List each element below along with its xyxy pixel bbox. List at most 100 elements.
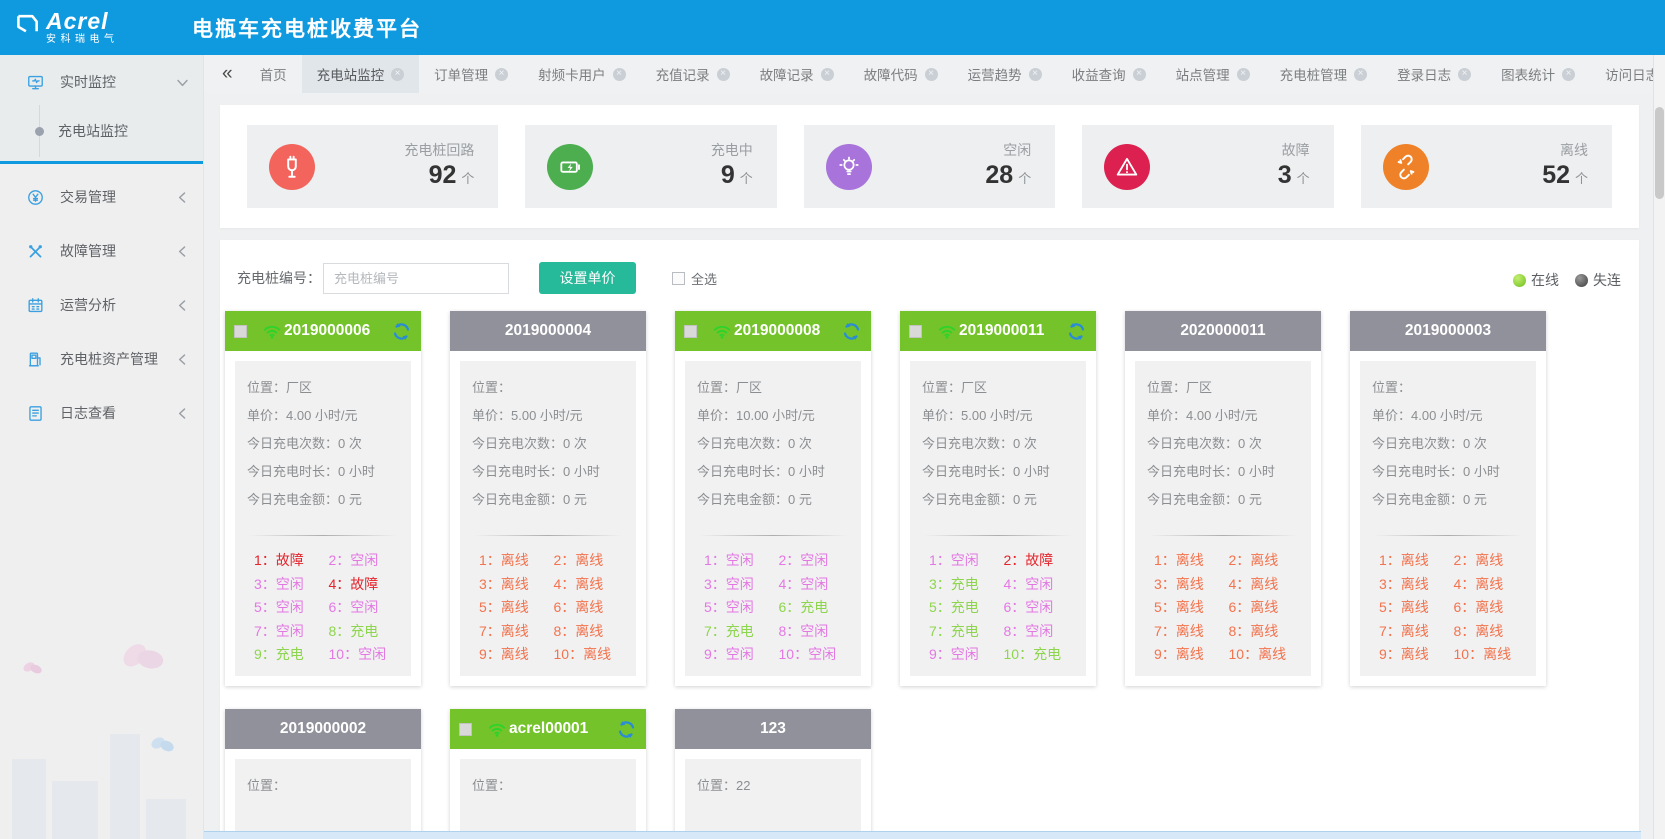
pile-card-header: 123: [675, 709, 871, 749]
tabs-collapse-icon[interactable]: «: [204, 55, 245, 93]
sidebar-item-故障管理[interactable]: 故障管理: [0, 224, 203, 278]
port-status: 2：离线: [1454, 549, 1525, 573]
port-status: 5：空闲: [254, 596, 325, 620]
offline-dot-icon: [1575, 274, 1588, 287]
tab-充电站监控[interactable]: 充电站监控: [302, 55, 420, 93]
stat-label: 空闲: [872, 142, 1031, 160]
tab-close-icon[interactable]: [1354, 68, 1367, 81]
stat-unit: 个: [1018, 171, 1031, 186]
chevron-left-icon: [176, 407, 189, 420]
tab-close-icon[interactable]: [391, 68, 404, 81]
pile-checkbox[interactable]: [459, 723, 472, 736]
chevron-left-icon: [176, 245, 189, 258]
tab-故障代码[interactable]: 故障代码: [849, 55, 953, 93]
sidebar-item-充电桩资产管理[interactable]: 充电桩资产管理: [0, 332, 203, 386]
tab-运营趋势[interactable]: 运营趋势: [953, 55, 1057, 93]
tab-首页[interactable]: 首页: [245, 55, 302, 93]
pile-card-2020000011[interactable]: 2020000011位置：厂区单价：4.00 小时/元今日充电次数：0 次今日充…: [1125, 311, 1321, 686]
refresh-icon[interactable]: [616, 719, 637, 740]
port-status: 9：空闲: [704, 643, 775, 667]
pile-checkbox[interactable]: [684, 325, 697, 338]
sidebar-nav: 实时监控充电站监控交易管理故障管理运营分析充电桩资产管理日志查看: [0, 55, 203, 440]
pile-charge-duration: 今日充电时长：0 小时: [697, 458, 849, 486]
tab-充电桩管理[interactable]: 充电桩管理: [1265, 55, 1383, 93]
tab-close-icon[interactable]: [1237, 68, 1250, 81]
tab-射频卡用户[interactable]: 射频卡用户: [523, 55, 641, 93]
port-status: 2：离线: [1229, 549, 1300, 573]
acrel-logo: Acrel 安科瑞电气: [0, 10, 190, 45]
set-price-button[interactable]: 设置单价: [539, 262, 636, 294]
pile-card-header: 2019000011: [900, 311, 1096, 351]
pile-card-acrel00001[interactable]: acrel00001位置：: [450, 709, 646, 839]
tab-label: 访问日志: [1605, 64, 1653, 84]
port-status: 1：离线: [1154, 549, 1225, 573]
piles-panel: 充电桩编号： 设置单价 全选 在线 失连 2019000006位置：厂区单价：4…: [220, 240, 1639, 839]
port-status: 9：充电: [254, 643, 325, 667]
pile-card-123[interactable]: 123 位置：22: [675, 709, 871, 839]
tab-登录日志[interactable]: 登录日志: [1382, 55, 1486, 93]
sidebar-item-实时监控[interactable]: 实时监控: [0, 55, 203, 109]
port-status: 3：充电: [929, 573, 1000, 597]
tab-访问日志[interactable]: 访问日志: [1590, 55, 1653, 93]
sidebar-item-日志查看[interactable]: 日志查看: [0, 386, 203, 440]
pile-number-label: 充电桩编号：: [237, 268, 321, 288]
tab-close-icon[interactable]: [717, 68, 730, 81]
tools-icon: [26, 242, 45, 261]
pile-number-input[interactable]: [323, 263, 509, 294]
sidebar-item-交易管理[interactable]: 交易管理: [0, 170, 203, 224]
refresh-icon[interactable]: [391, 321, 412, 342]
decor-cityscape: [0, 649, 203, 839]
pile-card-header: acrel00001: [450, 709, 646, 749]
tab-充值记录[interactable]: 充值记录: [641, 55, 745, 93]
port-status: 6：离线: [554, 596, 625, 620]
legend-offline-label: 失连: [1593, 272, 1621, 288]
calendar-icon: [26, 296, 45, 315]
sidebar-subitem-充电站监控[interactable]: 充电站监控: [0, 109, 203, 153]
port-status: 8：离线: [1229, 620, 1300, 644]
port-status: 6：空闲: [329, 596, 400, 620]
charging-gun-icon: [269, 144, 315, 190]
port-status: 9：离线: [1379, 643, 1450, 667]
pile-location: 位置：22: [697, 772, 849, 800]
pile-checkbox[interactable]: [909, 325, 922, 338]
pile-location: 位置：厂区: [1147, 374, 1299, 402]
stat-card-充电桩回路: 充电桩回路92个: [247, 125, 498, 208]
scrollbar-thumb[interactable]: [1655, 107, 1664, 199]
port-status: 6：离线: [1229, 596, 1300, 620]
tab-close-icon[interactable]: [925, 68, 938, 81]
tab-close-icon[interactable]: [613, 68, 626, 81]
tab-close-icon[interactable]: [1458, 68, 1471, 81]
pile-card-2019000002[interactable]: 2019000002位置：: [225, 709, 421, 839]
tab-收益查询[interactable]: 收益查询: [1057, 55, 1161, 93]
tab-站点管理[interactable]: 站点管理: [1161, 55, 1265, 93]
pile-card-2019000004[interactable]: 2019000004位置：单价：5.00 小时/元今日充电次数：0 次今日充电时…: [450, 311, 646, 686]
tab-close-icon[interactable]: [1562, 68, 1575, 81]
pile-card-2019000008[interactable]: 2019000008位置：厂区单价：10.00 小时/元今日充电次数：0 次今日…: [675, 311, 871, 686]
tab-close-icon[interactable]: [495, 68, 508, 81]
tab-close-icon[interactable]: [1029, 68, 1042, 81]
app-header: Acrel 安科瑞电气 电瓶车充电桩收费平台: [0, 0, 1665, 55]
tab-close-icon[interactable]: [821, 68, 834, 81]
divider: [1149, 535, 1297, 536]
port-status: 7：充电: [929, 620, 1000, 644]
pile-id: acrel00001: [509, 720, 588, 738]
tab-close-icon[interactable]: [1133, 68, 1146, 81]
filter-row: 充电桩编号： 设置单价 全选 在线 失连: [220, 240, 1639, 294]
pile-id: 2020000011: [1180, 322, 1265, 340]
tab-图表统计[interactable]: 图表统计: [1486, 55, 1590, 93]
select-all-checkbox[interactable]: [672, 272, 685, 285]
port-status: 2：故障: [1004, 549, 1075, 573]
pile-checkbox[interactable]: [234, 325, 247, 338]
pile-card-2019000011[interactable]: 2019000011位置：厂区单价：5.00 小时/元今日充电次数：0 次今日充…: [900, 311, 1096, 686]
sidebar-item-运营分析[interactable]: 运营分析: [0, 278, 203, 332]
port-status: 6：充电: [779, 596, 850, 620]
pile-card-2019000006[interactable]: 2019000006位置：厂区单价：4.00 小时/元今日充电次数：0 次今日充…: [225, 311, 421, 686]
refresh-icon[interactable]: [841, 321, 862, 342]
refresh-icon[interactable]: [1066, 321, 1087, 342]
pile-card-2019000003[interactable]: 2019000003位置：单价：4.00 小时/元今日充电次数：0 次今日充电时…: [1350, 311, 1546, 686]
acrel-logo-icon: [14, 13, 40, 43]
tab-label: 充电站监控: [317, 64, 385, 84]
broken-link-icon: [1383, 144, 1429, 190]
tab-订单管理[interactable]: 订单管理: [419, 55, 523, 93]
tab-故障记录[interactable]: 故障记录: [745, 55, 849, 93]
